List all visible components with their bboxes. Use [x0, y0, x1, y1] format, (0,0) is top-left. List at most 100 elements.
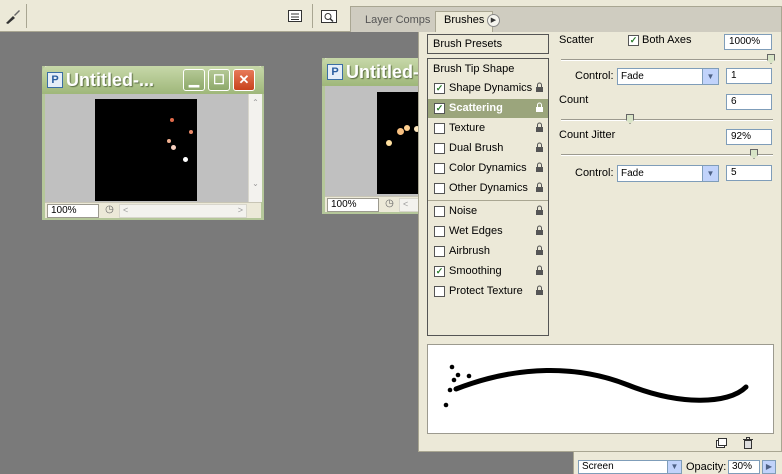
- chevron-down-icon[interactable]: ▼: [702, 69, 718, 84]
- option-checkbox[interactable]: [434, 206, 445, 217]
- lock-icon[interactable]: [534, 102, 545, 113]
- chevron-down-icon[interactable]: ▼: [667, 461, 681, 473]
- zoom-field[interactable]: 100%: [327, 198, 379, 212]
- option-other-dynamics[interactable]: Other Dynamics: [428, 179, 548, 198]
- brush-tool-icon[interactable]: [2, 5, 24, 27]
- brush-tip-shape-item[interactable]: Brush Tip Shape: [428, 59, 548, 79]
- opacity-arrow-icon[interactable]: ▶: [762, 460, 776, 474]
- file-browser-icon[interactable]: [318, 5, 340, 27]
- option-dual-brush[interactable]: Dual Brush: [428, 139, 548, 158]
- option-airbrush[interactable]: Airbrush: [428, 242, 548, 261]
- brush-dot: [397, 128, 404, 135]
- count-jitter-value-field[interactable]: 92%: [726, 129, 772, 145]
- count-slider-thumb[interactable]: [626, 114, 634, 124]
- canvas-area[interactable]: [45, 94, 248, 202]
- option-color-dynamics[interactable]: Color Dynamics: [428, 159, 548, 178]
- scroll-left-icon[interactable]: <: [123, 205, 128, 215]
- palette-well: Layer Comps Brushes ▶: [350, 6, 782, 33]
- status-menu-icon[interactable]: ◷: [102, 204, 117, 218]
- scroll-left-icon[interactable]: <: [403, 199, 408, 209]
- minimize-button[interactable]: ▁: [183, 69, 205, 91]
- scatter-slider-thumb[interactable]: [767, 54, 775, 64]
- option-checkbox[interactable]: ✓: [434, 266, 445, 277]
- blend-mode-select[interactable]: Screen ▼: [578, 460, 682, 474]
- canvas-area[interactable]: [325, 86, 425, 196]
- option-protect-texture[interactable]: Protect Texture: [428, 282, 548, 301]
- option-checkbox[interactable]: [434, 143, 445, 154]
- tool-presets-icon[interactable]: [284, 5, 306, 27]
- opacity-field[interactable]: 30%: [728, 460, 760, 474]
- option-checkbox[interactable]: [434, 226, 445, 237]
- horizontal-scrollbar[interactable]: < >: [119, 204, 247, 218]
- lock-icon[interactable]: [534, 205, 545, 216]
- brush-dot: [404, 125, 410, 131]
- canvas[interactable]: [95, 99, 197, 201]
- brush-dot: [167, 139, 171, 143]
- lock-icon[interactable]: [534, 82, 545, 93]
- select-value: Fade: [621, 71, 644, 82]
- lock-icon[interactable]: [534, 265, 545, 276]
- option-smoothing[interactable]: ✓ Smoothing: [428, 262, 548, 281]
- trash-icon[interactable]: [741, 437, 755, 451]
- brush-dot: [386, 140, 392, 146]
- option-checkbox[interactable]: ✓: [434, 103, 445, 114]
- palette-menu-arrow-icon[interactable]: ▶: [487, 14, 500, 27]
- minimize-icon: ▁: [189, 72, 199, 87]
- option-checkbox[interactable]: [434, 286, 445, 297]
- scatter-slider[interactable]: [561, 59, 773, 61]
- window-titlebar[interactable]: P Untitled-: [322, 58, 425, 86]
- photoshop-doc-icon: P: [327, 64, 343, 80]
- count-slider[interactable]: [561, 119, 773, 121]
- document-window[interactable]: P Untitled-... ▁ ☐ ✕ ⌃ ⌄ 100% ◷ < >: [42, 66, 264, 220]
- option-wet-edges[interactable]: Wet Edges: [428, 222, 548, 241]
- count-jitter-fade-steps-field[interactable]: 5: [726, 165, 772, 181]
- document-window[interactable]: P Untitled- 100% ◷ <: [322, 58, 425, 214]
- option-checkbox[interactable]: [434, 183, 445, 194]
- option-checkbox[interactable]: ✓: [434, 83, 445, 94]
- scroll-up-icon[interactable]: ⌃: [249, 98, 262, 107]
- count-jitter-slider[interactable]: [561, 154, 773, 156]
- count-label: Count: [559, 94, 589, 106]
- scroll-down-icon[interactable]: ⌄: [249, 179, 262, 188]
- lock-icon[interactable]: [534, 142, 545, 153]
- window-title: Untitled-: [346, 62, 419, 82]
- option-checkbox[interactable]: [434, 246, 445, 257]
- count-jitter-slider-thumb[interactable]: [750, 149, 758, 159]
- brush-presets-button[interactable]: Brush Presets: [427, 34, 549, 54]
- option-label: Noise: [449, 205, 478, 217]
- lock-icon[interactable]: [534, 162, 545, 173]
- option-label: Texture: [449, 122, 486, 134]
- tab-brushes[interactable]: Brushes: [435, 11, 494, 33]
- lock-icon[interactable]: [534, 182, 545, 193]
- scroll-right-icon[interactable]: >: [238, 205, 243, 215]
- scatter-fade-steps-field[interactable]: 1: [726, 68, 772, 84]
- option-texture[interactable]: Texture: [428, 119, 548, 138]
- lock-icon[interactable]: [534, 122, 545, 133]
- option-label: Airbrush: [449, 245, 490, 257]
- vertical-scrollbar[interactable]: ⌃ ⌄: [248, 94, 262, 202]
- both-axes-checkbox[interactable]: ✓: [628, 35, 639, 46]
- lock-icon[interactable]: [534, 245, 545, 256]
- option-shape-dynamics[interactable]: ✓ Shape Dynamics: [428, 79, 548, 98]
- close-icon: ✕: [238, 72, 250, 87]
- scatter-control-select[interactable]: Fade ▼: [617, 68, 719, 85]
- tab-layer-comps[interactable]: Layer Comps: [357, 12, 438, 30]
- new-brush-icon[interactable]: [714, 437, 728, 451]
- close-button[interactable]: ✕: [233, 69, 255, 91]
- both-axes-label: Both Axes: [642, 34, 692, 46]
- scatter-value-field[interactable]: 1000%: [724, 34, 772, 50]
- option-checkbox[interactable]: [434, 123, 445, 134]
- count-jitter-control-select[interactable]: Fade ▼: [617, 165, 719, 182]
- option-checkbox[interactable]: [434, 163, 445, 174]
- window-titlebar[interactable]: P Untitled-... ▁ ☐ ✕: [42, 66, 264, 94]
- option-scattering[interactable]: ✓ Scattering: [428, 99, 548, 118]
- status-menu-icon[interactable]: ◷: [382, 198, 397, 212]
- lock-icon[interactable]: [534, 285, 545, 296]
- opacity-label: Opacity:: [686, 461, 727, 473]
- zoom-field[interactable]: 100%: [47, 204, 99, 218]
- lock-icon[interactable]: [534, 225, 545, 236]
- option-noise[interactable]: Noise: [428, 202, 548, 221]
- count-value-field[interactable]: 6: [726, 94, 772, 110]
- maximize-button[interactable]: ☐: [208, 69, 230, 91]
- chevron-down-icon[interactable]: ▼: [702, 166, 718, 181]
